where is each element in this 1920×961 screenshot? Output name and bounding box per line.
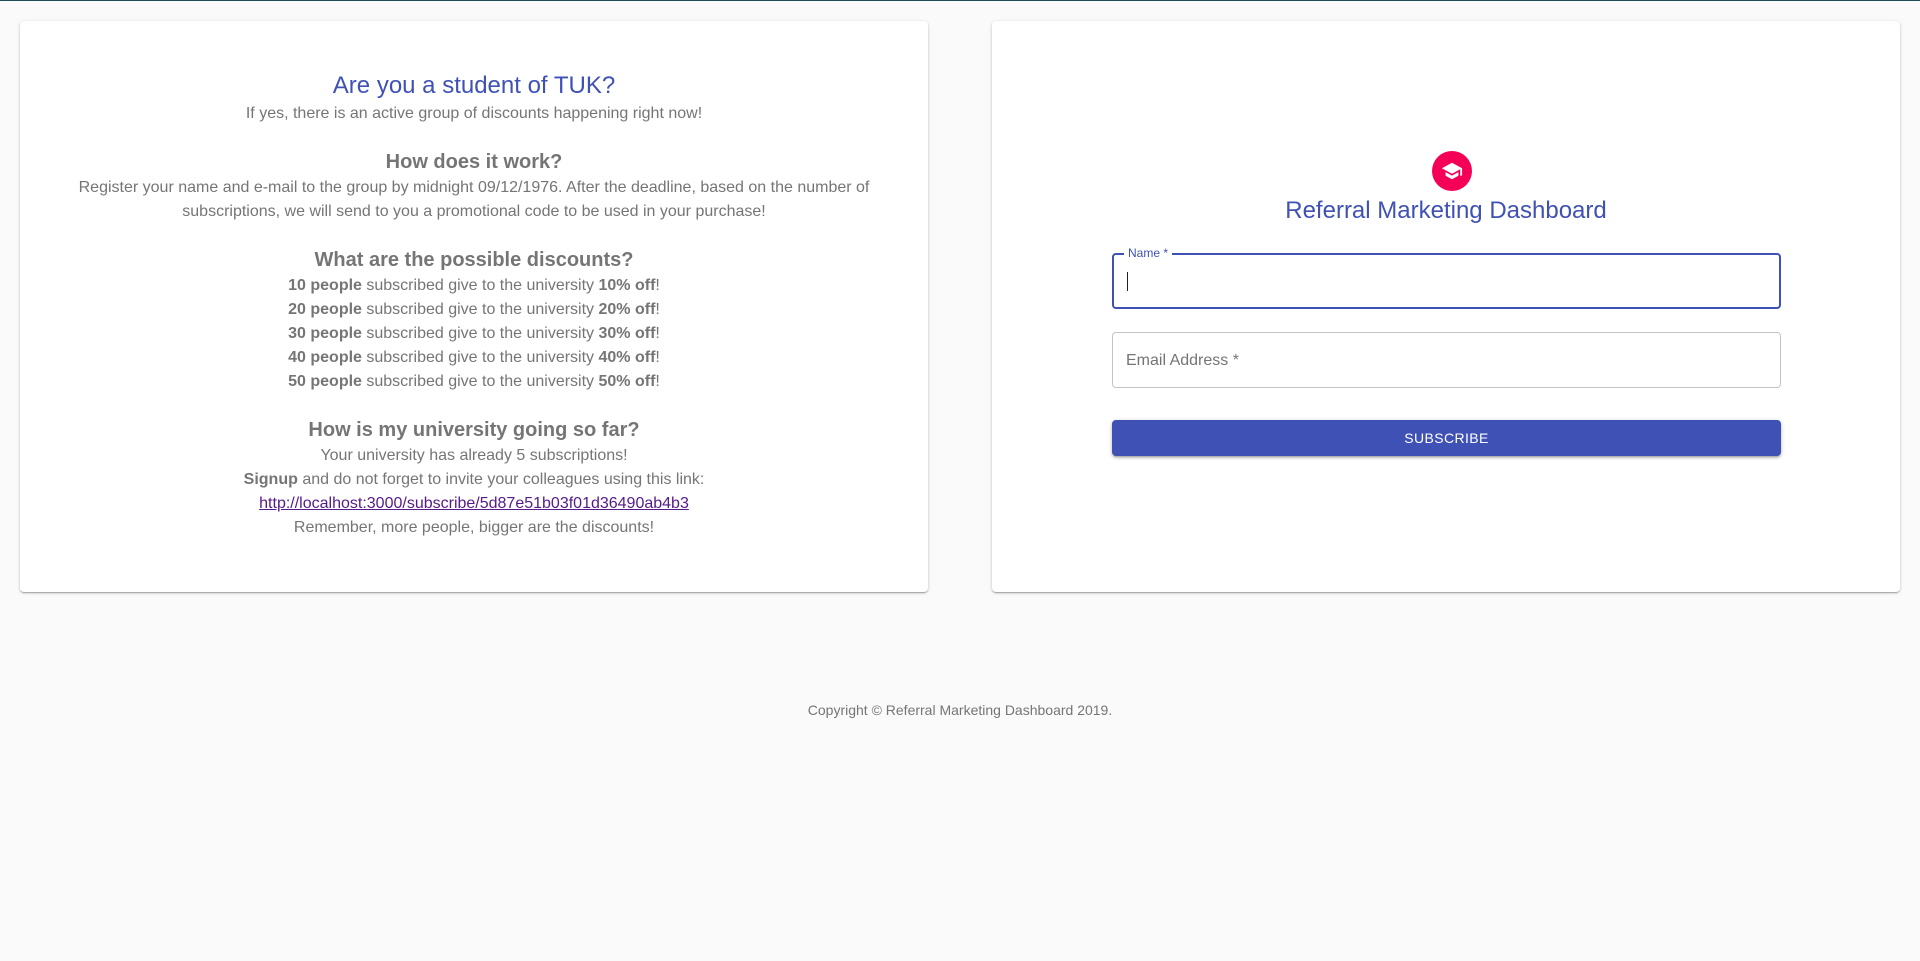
reminder-text: Remember, more people, bigger are the di… xyxy=(293,519,655,536)
discount-people: 40 people xyxy=(288,349,362,366)
discount-end: ! xyxy=(655,349,660,366)
discount-middle: subscribed give to the university xyxy=(361,301,599,318)
subscribe-button[interactable]: SUBSCRIBE xyxy=(1112,420,1781,456)
progress-text: Your university has already 5 subscripti… xyxy=(320,447,628,464)
how-heading: How does it work? xyxy=(385,151,563,173)
discount-list: 10 people subscribed give to the univers… xyxy=(20,274,928,394)
name-input[interactable] xyxy=(1126,270,1766,294)
text-caret xyxy=(1127,272,1128,291)
discount-off: 30% off xyxy=(598,325,656,342)
dashboard-title: Referral Marketing Dashboard xyxy=(1285,197,1607,224)
discount-item: 20 people subscribed give to the univers… xyxy=(20,298,928,322)
discount-off: 50% off xyxy=(598,373,656,390)
discount-item: 50 people subscribed give to the univers… xyxy=(20,370,928,394)
email-field[interactable]: Email Address * xyxy=(1112,332,1781,388)
discount-end: ! xyxy=(655,373,660,390)
discount-middle: subscribed give to the university xyxy=(361,325,599,342)
invite-link[interactable]: http://localhost:3000/subscribe/5d87e51b… xyxy=(259,495,689,512)
name-field[interactable]: Name * xyxy=(1112,246,1781,309)
how-text: Register your name and e-mail to the gro… xyxy=(78,179,870,220)
progress-heading: How is my university going so far? xyxy=(308,419,640,441)
info-subtitle: If yes, there is an active group of disc… xyxy=(245,105,703,122)
info-title: Are you a student of TUK? xyxy=(332,72,616,99)
name-label: Name * xyxy=(1124,246,1173,260)
discount-middle: subscribed give to the university xyxy=(361,277,599,294)
discount-people: 10 people xyxy=(288,277,362,294)
signup-card: Referral Marketing Dashboard Name * Emai… xyxy=(992,21,1900,592)
email-placeholder: Email Address * xyxy=(1126,352,1239,369)
discount-item: 40 people subscribed give to the univers… xyxy=(20,346,928,370)
discount-people: 50 people xyxy=(288,373,362,390)
graduation-cap-icon xyxy=(1441,162,1463,180)
discount-middle: subscribed give to the university xyxy=(361,373,599,390)
discounts-heading: What are the possible discounts? xyxy=(314,249,634,271)
discount-people: 30 people xyxy=(288,325,362,342)
discount-off: 40% off xyxy=(598,349,656,366)
discount-item: 10 people subscribed give to the univers… xyxy=(20,274,928,298)
discount-end: ! xyxy=(655,325,660,342)
discount-item: 30 people subscribed give to the univers… xyxy=(20,322,928,346)
logo-avatar xyxy=(1432,151,1472,191)
signup-bold: Signup xyxy=(243,471,298,488)
copyright-text: Copyright © Referral Marketing Dashboard… xyxy=(807,702,1113,718)
discount-middle: subscribed give to the university xyxy=(361,349,599,366)
discount-off: 20% off xyxy=(598,301,656,318)
discount-off: 10% off xyxy=(598,277,656,294)
top-border xyxy=(0,0,1920,1)
discount-end: ! xyxy=(655,277,660,294)
signup-line: Signup and do not forget to invite your … xyxy=(20,468,928,492)
discount-people: 20 people xyxy=(288,301,362,318)
info-card: Are you a student of TUK? If yes, there … xyxy=(20,21,928,592)
signup-text: and do not forget to invite your colleag… xyxy=(297,471,705,488)
discount-end: ! xyxy=(655,301,660,318)
